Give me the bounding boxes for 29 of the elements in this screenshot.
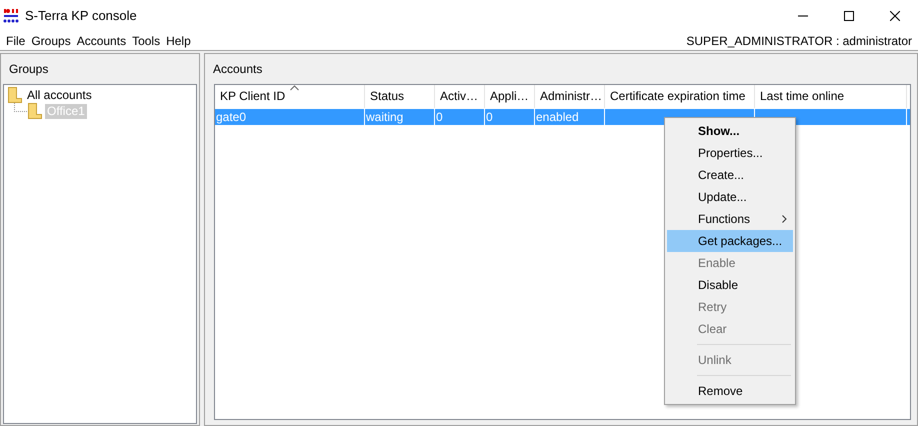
menu-item[interactable]: Help [163, 33, 194, 49]
maximize-icon [844, 11, 854, 21]
table-cell: 0 [436, 110, 443, 124]
menu-item[interactable]: Groups [28, 33, 74, 49]
tree-connector [14, 103, 28, 112]
menu-item[interactable]: Functions [667, 208, 793, 230]
menu-item[interactable]: File [3, 33, 28, 49]
panel-title: Accounts [212, 61, 264, 78]
close-icon [890, 11, 900, 21]
menu-item[interactable]: Remove [667, 380, 793, 402]
user-label: SUPER_ADMINISTRATOR : administrator [686, 33, 912, 50]
table-cell: enabled [536, 110, 579, 124]
menu-item[interactable]: Accounts [74, 33, 130, 49]
menu-item[interactable]: Update... [667, 186, 793, 208]
table-cell: gate0 [216, 110, 246, 124]
window-title: S-Terra KP console [25, 7, 138, 26]
table-cell: 0 [486, 110, 493, 124]
menu-item[interactable]: Properties... [667, 142, 793, 164]
folder-icon [28, 103, 42, 119]
menu-item[interactable]: Get packages... [667, 230, 793, 252]
app-icon [3, 8, 19, 24]
tree-item[interactable]: All accounts [25, 88, 94, 102]
sort-icon [290, 85, 298, 91]
table-cell: waiting [366, 110, 404, 124]
menu-item[interactable]: Disable [667, 274, 793, 296]
menu-item[interactable]: Create... [667, 164, 793, 186]
panel-title: Groups [8, 61, 50, 78]
folder-icon [8, 87, 22, 103]
menu-item[interactable]: Tools [129, 33, 164, 49]
